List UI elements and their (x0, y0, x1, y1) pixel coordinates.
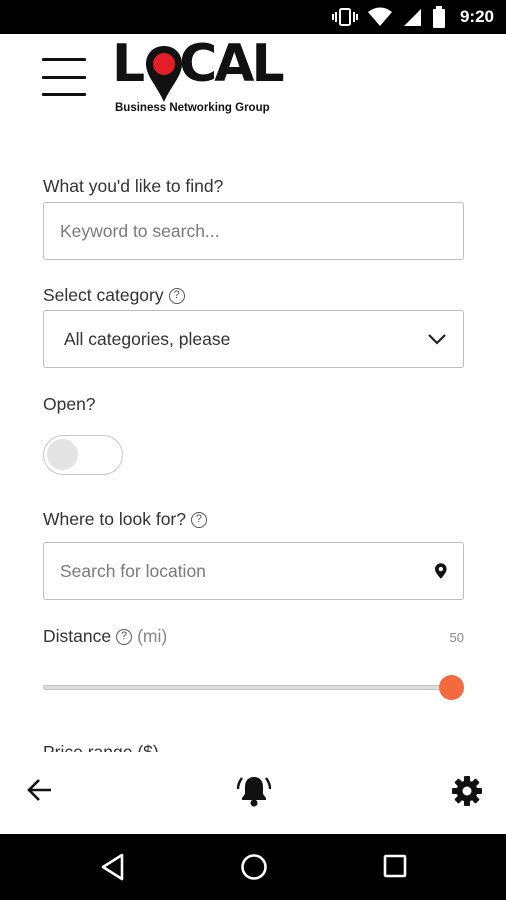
slider-thumb[interactable] (439, 675, 464, 700)
hamburger-line (42, 58, 86, 61)
open-label-text: Open? (43, 394, 96, 414)
menu-button[interactable] (42, 58, 86, 96)
distance-slider[interactable] (43, 674, 464, 700)
settings-button[interactable] (452, 776, 482, 811)
vibrate-icon (331, 7, 358, 27)
keyword-label: What you'd like to find? (43, 176, 223, 197)
keyword-label-text: What you'd like to find? (43, 176, 224, 196)
back-arrow-icon (27, 779, 51, 801)
open-toggle[interactable] (43, 435, 123, 475)
location-pin-logo-icon (146, 46, 182, 102)
map-pin-icon[interactable] (435, 563, 447, 579)
help-icon[interactable]: ? (190, 511, 207, 528)
location-field[interactable] (43, 542, 464, 600)
hamburger-line (42, 75, 86, 79)
nav-home-icon (241, 854, 267, 880)
bottom-app-bar (0, 752, 506, 834)
help-icon[interactable]: ? (168, 287, 185, 304)
notifications-button[interactable] (236, 774, 272, 813)
distance-label: Distance ? (mi) (43, 626, 167, 647)
location-label-text: Where to look for? (43, 509, 186, 529)
status-bar: 9:20 (0, 0, 506, 34)
distance-label-text: Distance (43, 626, 112, 646)
distance-value: 50 (449, 630, 464, 645)
signal-icon (402, 7, 422, 27)
bell-ringing-icon (236, 777, 272, 807)
location-label: Where to look for? ? (43, 509, 207, 530)
distance-unit: (mi) (137, 626, 168, 646)
category-select[interactable]: All categories, please (43, 310, 464, 368)
system-nav-bar (0, 834, 506, 900)
battery-icon (432, 6, 446, 28)
category-selected-value: All categories, please (64, 328, 231, 349)
keyword-input[interactable] (60, 220, 447, 242)
nav-back-button[interactable] (100, 853, 126, 886)
category-label-text: Select category (43, 285, 164, 305)
chevron-down-icon (428, 334, 446, 345)
slider-track (43, 685, 451, 690)
location-input[interactable] (60, 560, 436, 582)
hamburger-line (42, 93, 86, 96)
keyword-field[interactable] (43, 202, 464, 260)
toggle-knob (47, 439, 78, 470)
price-label: Price range ($) (43, 742, 159, 752)
logo-wordmark: L CAL (112, 34, 285, 94)
wifi-icon (367, 7, 392, 27)
app-header: L CAL Business Networking Group (0, 34, 506, 124)
search-form: What you'd like to find? Select category… (43, 124, 464, 752)
brand-logo: L CAL Business Networking Group (112, 38, 296, 120)
nav-recents-button[interactable] (382, 853, 408, 884)
price-label-text: Price range ($) (43, 742, 159, 752)
logo-tagline: Business Networking Group (115, 102, 270, 114)
status-time: 9:20 (459, 7, 494, 26)
nav-home-button[interactable] (240, 853, 268, 886)
back-button[interactable] (26, 776, 54, 809)
open-label: Open? (43, 394, 96, 415)
nav-recents-icon (383, 854, 407, 878)
category-label: Select category ? (43, 285, 185, 306)
gear-icon (452, 776, 482, 806)
nav-back-icon (101, 853, 124, 881)
help-icon[interactable]: ? (116, 628, 133, 645)
